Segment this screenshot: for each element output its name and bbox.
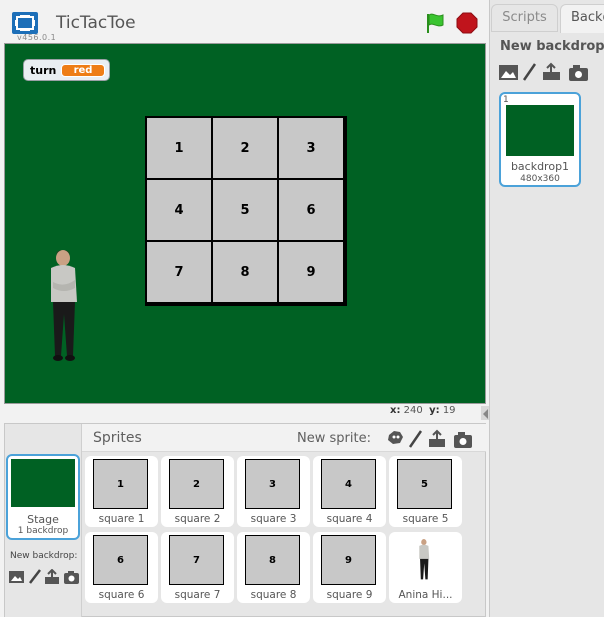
person-sprite[interactable] bbox=[45, 244, 87, 366]
sprite-thumbnail: 3 bbox=[245, 459, 300, 509]
new-backdrop-title: New backdrop: bbox=[500, 39, 604, 54]
sprite-thumbnail: 1 bbox=[93, 459, 148, 509]
upload-icon[interactable] bbox=[45, 568, 59, 584]
stage[interactable]: turn red 1 2 3 4 5 6 7 8 9 bbox=[4, 43, 486, 404]
backdrop-tile[interactable]: 1 backdrop1 480x360 bbox=[499, 92, 581, 187]
backdrop-thumbnail bbox=[506, 105, 574, 156]
board-cell-5[interactable]: 5 bbox=[213, 180, 277, 240]
sprite-tile-square-5[interactable]: 5 square 5 bbox=[389, 456, 462, 527]
x-value: 240 bbox=[403, 405, 423, 416]
board-cell-3[interactable]: 3 bbox=[279, 118, 343, 178]
new-sprite-label: New sprite: bbox=[297, 431, 371, 446]
paint-icon[interactable] bbox=[522, 63, 537, 81]
backdrop-icons bbox=[498, 62, 594, 82]
library-icon[interactable] bbox=[9, 571, 24, 583]
stage-label: Stage bbox=[27, 513, 59, 526]
sprite-thumbnail: 6 bbox=[93, 535, 148, 585]
upload-icon[interactable] bbox=[429, 429, 445, 447]
green-flag-icon[interactable] bbox=[424, 12, 446, 34]
new-sprite-icons bbox=[386, 429, 476, 449]
project-title: TicTacToe bbox=[56, 13, 136, 33]
board-cell-2[interactable]: 2 bbox=[213, 118, 277, 178]
sprite-thumbnail: 9 bbox=[321, 535, 376, 585]
sprite-thumbnail: 5 bbox=[397, 459, 452, 509]
sprite-thumbnail: 2 bbox=[169, 459, 224, 509]
right-panel: Scripts Backdrops New backdrop: 1 ba bbox=[489, 0, 604, 617]
new-backdrop-label: New backdrop: bbox=[10, 551, 78, 561]
sprite-name: square 1 bbox=[98, 513, 145, 525]
board-cell-8[interactable]: 8 bbox=[213, 242, 277, 302]
camera-icon[interactable] bbox=[64, 571, 79, 584]
sprite-name: square 7 bbox=[174, 589, 221, 601]
upload-icon[interactable] bbox=[543, 62, 560, 80]
camera-icon[interactable] bbox=[454, 432, 472, 448]
sprite-name: square 6 bbox=[98, 589, 145, 601]
stage-thumbnail-image bbox=[11, 459, 75, 507]
y-value: 19 bbox=[442, 405, 456, 416]
fullscreen-icon[interactable] bbox=[12, 12, 38, 34]
sprite-thumbnail: 8 bbox=[245, 535, 300, 585]
sprite-name: square 2 bbox=[174, 513, 221, 525]
version-label: v456.0.1 bbox=[17, 33, 57, 42]
person-sprite-thumbnail bbox=[417, 535, 433, 585]
variable-monitor[interactable]: turn red bbox=[23, 59, 110, 81]
board-cell-4[interactable]: 4 bbox=[147, 180, 211, 240]
stop-icon[interactable] bbox=[456, 12, 478, 34]
mouse-coordinates: x: 240 y: 19 bbox=[390, 405, 456, 416]
backdrop-name: backdrop1 bbox=[510, 160, 570, 173]
board-cell-7[interactable]: 7 bbox=[147, 242, 211, 302]
sprite-tile-square-9[interactable]: 9 square 9 bbox=[313, 532, 386, 603]
sprite-tile-square-2[interactable]: 2 square 2 bbox=[161, 456, 234, 527]
y-label: y: bbox=[429, 405, 440, 416]
sprite-tile-square-3[interactable]: 3 square 3 bbox=[237, 456, 310, 527]
paint-icon[interactable] bbox=[408, 430, 423, 448]
header: TicTacToe v456.0.1 bbox=[0, 0, 488, 44]
monitor-label: turn bbox=[30, 64, 57, 77]
tab-scripts[interactable]: Scripts bbox=[491, 4, 558, 32]
monitor-value: red bbox=[61, 64, 105, 77]
sprite-tile-square-6[interactable]: 6 square 6 bbox=[85, 532, 158, 603]
sprite-tile-square-4[interactable]: 4 square 4 bbox=[313, 456, 386, 527]
backdrop-index: 1 bbox=[503, 95, 509, 105]
sprite-name: Anina Hi... bbox=[398, 589, 453, 601]
sprite-name: square 8 bbox=[250, 589, 297, 601]
sprite-pane: Stage 1 backdrop New backdrop: Sprites N… bbox=[4, 423, 486, 617]
sprite-thumbnail: 4 bbox=[321, 459, 376, 509]
new-backdrop-icons bbox=[8, 568, 80, 585]
board-cell-6[interactable]: 6 bbox=[279, 180, 343, 240]
sprite-name: square 9 bbox=[326, 589, 373, 601]
sprite-tile-square-7[interactable]: 7 square 7 bbox=[161, 532, 234, 603]
sprite-name: square 3 bbox=[250, 513, 297, 525]
sprite-name: square 4 bbox=[326, 513, 373, 525]
tab-backdrops[interactable]: Backdrops bbox=[560, 4, 604, 33]
stage-backdrop-count: 1 backdrop bbox=[17, 526, 69, 536]
sprite-tile-square-8[interactable]: 8 square 8 bbox=[237, 532, 310, 603]
stage-column: Stage 1 backdrop New backdrop: bbox=[5, 424, 82, 617]
tictactoe-board: 1 2 3 4 5 6 7 8 9 bbox=[145, 116, 347, 306]
library-icon[interactable] bbox=[499, 65, 518, 80]
sprite-thumbnail: 7 bbox=[169, 535, 224, 585]
board-cell-9[interactable]: 9 bbox=[279, 242, 343, 302]
sprite-library-icon[interactable] bbox=[388, 431, 403, 444]
sprite-tile-square-1[interactable]: 1 square 1 bbox=[85, 456, 158, 527]
sprites-header: Sprites New sprite: bbox=[82, 424, 486, 452]
x-label: x: bbox=[390, 405, 401, 416]
backdrop-size: 480x360 bbox=[520, 174, 560, 184]
paint-icon[interactable] bbox=[29, 569, 41, 584]
stage-thumbnail[interactable]: Stage 1 backdrop bbox=[6, 454, 80, 540]
sprites-title: Sprites bbox=[93, 430, 142, 446]
camera-icon[interactable] bbox=[569, 65, 588, 81]
board-cell-1[interactable]: 1 bbox=[147, 118, 211, 178]
sprite-tile-anina[interactable]: Anina Hi... bbox=[389, 532, 462, 603]
sprite-name: square 5 bbox=[402, 513, 449, 525]
